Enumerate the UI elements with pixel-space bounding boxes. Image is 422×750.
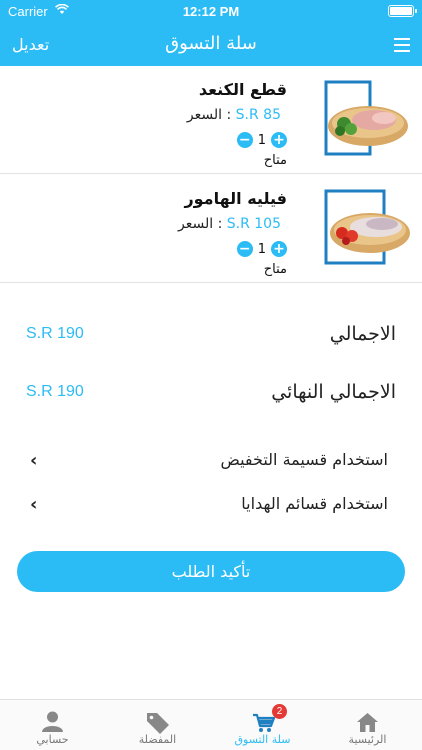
product-name[interactable]: قطع الكنعد [199,80,287,99]
final-total-value: S.R 190 [26,383,84,400]
chevron-left-icon: ‹ [30,494,38,515]
nav-bar: تعديل سلة التسوق [0,22,422,66]
total-label: الاجمالي [329,323,396,345]
battery-icon [388,5,417,17]
decrease-quantity-button[interactable]: − [236,241,253,257]
tab-home-label: الرئيسية [348,733,387,746]
cart-item: فيليه الهامور السعر : S.R 105 − 1 + متاح [0,175,422,283]
use-gift-voucher-row[interactable]: استخدام قسائم الهدايا ‹ [0,490,422,520]
page-title: سلة التسوق [165,33,257,54]
tab-cart-label: سلة التسوق [234,733,291,746]
total-value: S.R 190 [26,325,84,342]
availability-label: متاح [263,153,287,168]
tab-cart[interactable]: 2 سلة التسوق [210,700,315,750]
tab-favorites-label: المفضلة [138,733,177,746]
tag-icon [105,710,210,734]
price-value: S.R 85 [235,107,281,123]
price-label: السعر : [186,107,232,123]
battery-fill [390,7,412,15]
increase-quantity-button[interactable]: + [271,241,287,257]
price-value: S.R 105 [226,216,281,232]
price-row: السعر : S.R 105 [178,216,287,232]
product-name[interactable]: فيليه الهامور [184,189,287,208]
cart-item: قطع الكنعد السعر : S.R 85 − 1 + متاح [0,66,422,174]
clock: 12:12 PM [182,4,240,19]
final-total-label: الاجمالي النهائي [271,381,396,403]
increase-quantity-button[interactable]: + [271,132,287,148]
product-image[interactable] [318,80,410,158]
final-total-row: الاجمالي النهائي S.R 190 [0,379,422,409]
user-icon [0,710,105,734]
confirm-order-button[interactable]: تأكيد الطلب [17,551,405,592]
use-coupon-label: استخدام قسيمة التخفيض [220,450,388,469]
price-label: السعر : [178,216,223,232]
tab-account[interactable]: حسابي [0,700,105,750]
total-row: الاجمالي S.R 190 [0,321,422,351]
quantity-stepper: − 1 + [236,131,287,149]
use-gift-voucher-label: استخدام قسائم الهدايا [241,494,388,513]
hamburger-menu-icon[interactable] [394,38,410,52]
product-image[interactable] [318,189,410,267]
chevron-left-icon: ‹ [30,450,38,471]
quantity-value: 1 [257,132,266,148]
quantity-stepper: − 1 + [236,240,287,258]
tab-account-label: حسابي [36,733,69,746]
tab-favorites[interactable]: المفضلة [105,700,210,750]
use-coupon-row[interactable]: استخدام قسيمة التخفيض ‹ [0,446,422,476]
cart-icon [210,710,315,734]
home-icon [315,710,420,734]
quantity-value: 1 [257,241,266,257]
status-bar: Carrier 12:12 PM [0,0,422,22]
tab-home[interactable]: الرئيسية [315,700,420,750]
decrease-quantity-button[interactable]: − [236,132,253,148]
price-row: السعر : S.R 85 [187,107,287,123]
tab-bar: حسابي المفضلة 2 سلة التسوق الرئيسية [0,699,422,750]
top-bar: Carrier 12:12 PM تعديل سلة التسوق [0,0,422,66]
cart-count-badge: 2 [272,704,287,719]
availability-label: متاح [263,262,287,277]
